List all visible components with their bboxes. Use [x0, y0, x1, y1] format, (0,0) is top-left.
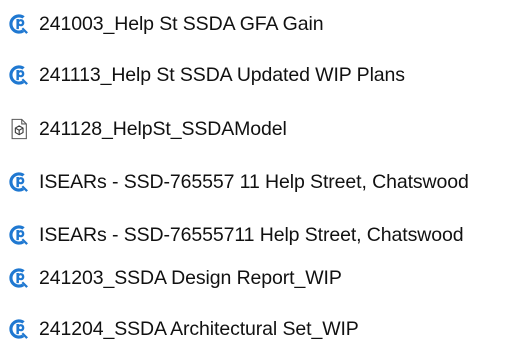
bluebeam-pdf-icon [8, 267, 30, 289]
bluebeam-pdf-icon [8, 224, 30, 246]
file-item-241113-updated-wip-plans[interactable]: 241113_Help St SSDA Updated WIP Plans [8, 61, 405, 89]
file-name: 241128_HelpSt_SSDAModel [39, 118, 287, 140]
file-item-241128-ssda-model[interactable]: 241128_HelpSt_SSDAModel [8, 115, 287, 143]
file-name: ISEARs - SSD-765557 11 Help Street, Chat… [39, 171, 469, 193]
file-name: ISEARs - SSD-76555711 Help Street, Chats… [39, 224, 464, 246]
file-item-241003-gfa-gain[interactable]: 241003_Help St SSDA GFA Gain [8, 10, 324, 38]
bluebeam-pdf-icon [8, 13, 30, 35]
file-name: 241003_Help St SSDA GFA Gain [39, 13, 324, 35]
bluebeam-pdf-icon [8, 318, 30, 340]
file-item-isears-ssd-76555711[interactable]: ISEARs - SSD-76555711 Help Street, Chats… [8, 221, 464, 249]
3d-model-file-icon [8, 118, 30, 140]
file-name: 241113_Help St SSDA Updated WIP Plans [39, 64, 405, 86]
file-item-241203-design-report-wip[interactable]: 241203_SSDA Design Report_WIP [8, 264, 342, 292]
file-item-241204-architectural-set-wip[interactable]: 241204_SSDA Architectural Set_WIP [8, 315, 359, 343]
file-name: 241204_SSDA Architectural Set_WIP [39, 318, 359, 340]
file-name: 241203_SSDA Design Report_WIP [39, 267, 342, 289]
bluebeam-pdf-icon [8, 64, 30, 86]
bluebeam-pdf-icon [8, 171, 30, 193]
file-list: 241003_Help St SSDA GFA Gain 241113_Help… [0, 0, 522, 349]
file-item-isears-ssd-765557[interactable]: ISEARs - SSD-765557 11 Help Street, Chat… [8, 168, 469, 196]
